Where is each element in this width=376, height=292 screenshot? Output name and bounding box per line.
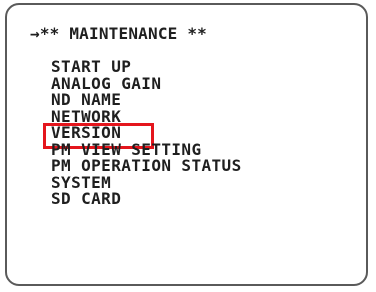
menu-item-sd-card[interactable]: SD CARD <box>51 190 242 208</box>
maintenance-menu-screen: →** MAINTENANCE ** START UP ANALOG GAIN … <box>5 3 368 286</box>
menu-title: →** MAINTENANCE ** <box>30 24 207 43</box>
maintenance-menu-list: START UP ANALOG GAIN ND NAME NETWORK VER… <box>43 58 242 208</box>
